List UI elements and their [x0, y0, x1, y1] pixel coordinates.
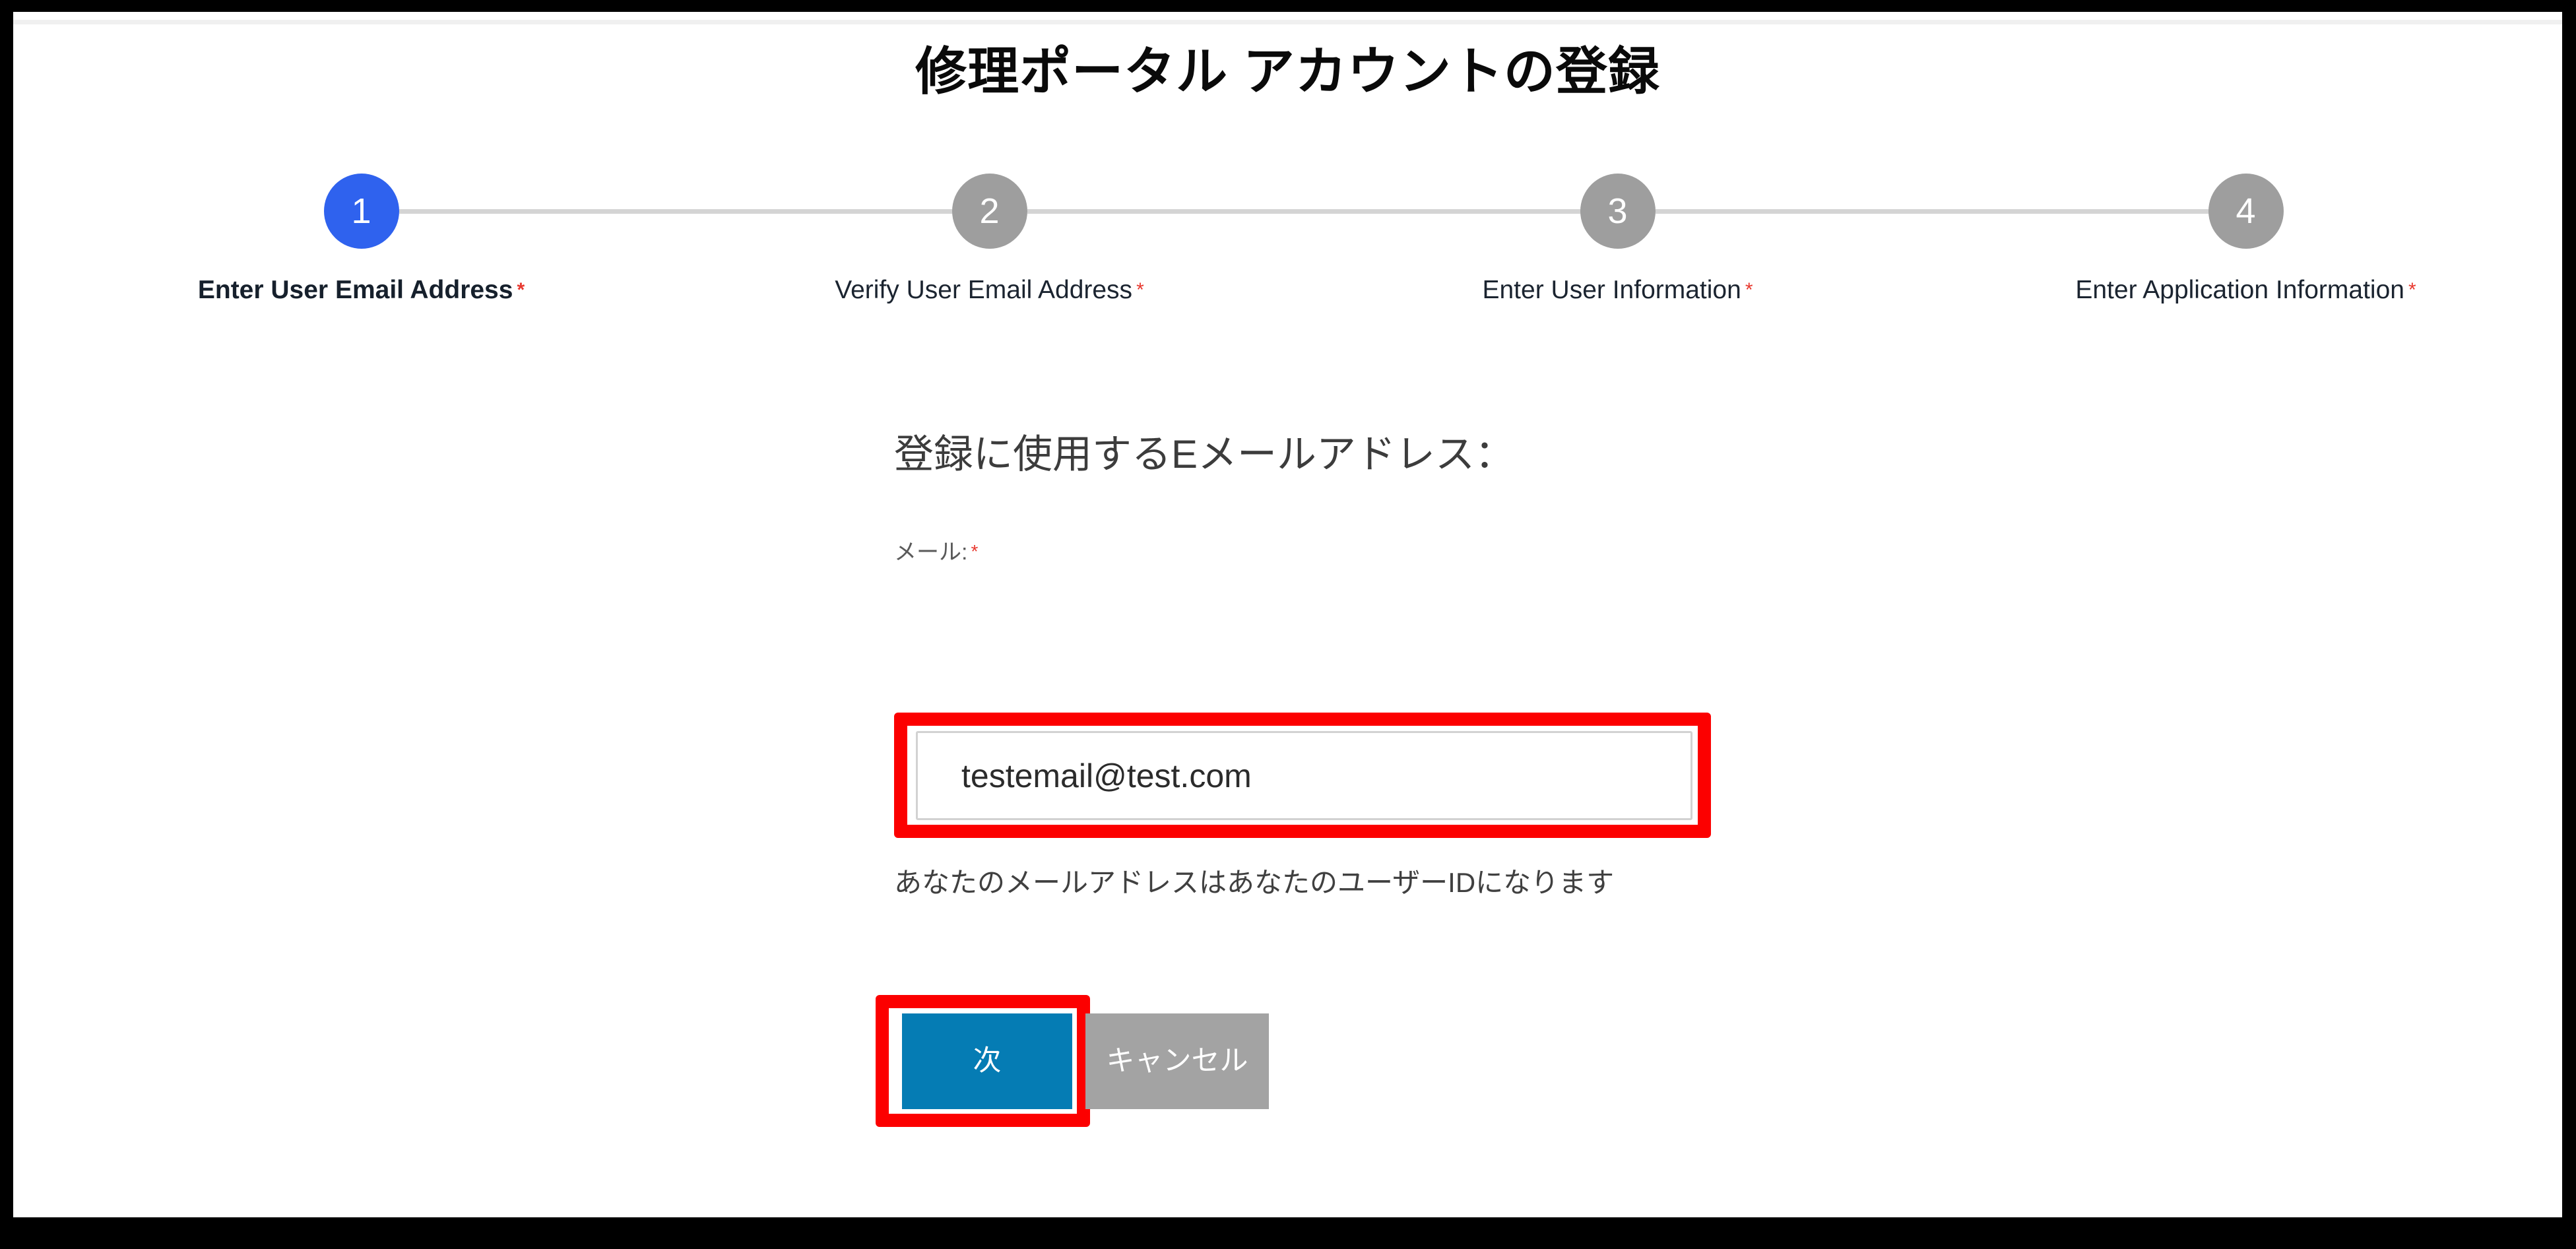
cancel-button[interactable]: キャンセル	[1085, 1013, 1269, 1109]
screenshot-frame: 修理ポータル アカウントの登録 1 Enter User Email Addre…	[0, 0, 2576, 1249]
step-4-number-badge[interactable]: 4	[2208, 174, 2284, 249]
step-3-label: Enter User Information	[1482, 276, 1741, 304]
stepper-step-1[interactable]: 1 Enter User Email Address *	[53, 174, 670, 319]
stepper-connector-1-2	[399, 209, 993, 214]
form-heading: 登録に使用するEメールアドレス：	[894, 432, 1515, 476]
step-2-required-asterisk: *	[1136, 279, 1144, 301]
email-required-asterisk: *	[971, 540, 979, 561]
email-hint-text: あなたのメールアドレスはあなたのユーザーIDになります	[894, 867, 1615, 898]
step-2-number-badge[interactable]: 2	[951, 174, 1027, 249]
step-1-number-badge[interactable]: 1	[323, 174, 399, 249]
email-input[interactable]	[916, 731, 1692, 820]
step-2-label: Verify User Email Address	[835, 276, 1133, 304]
email-entry-form: 登録に使用するEメールアドレス： メール:* あなたのメールアドレスはあなたのユ…	[876, 428, 1719, 1127]
step-2-label-wrap: Verify User Email Address *	[681, 276, 1298, 305]
email-field-label-wrap: メール: *	[894, 534, 1719, 566]
stepper-connector-3-4	[1656, 209, 2249, 214]
registration-stepper: 1 Enter User Email Address * 2 Verify Use…	[53, 174, 2521, 319]
step-4-label: Enter Application Information	[2075, 276, 2404, 304]
stepper-step-2[interactable]: 2 Verify User Email Address *	[681, 174, 1298, 319]
next-button[interactable]: 次	[902, 1013, 1072, 1109]
step-3-label-wrap: Enter User Information *	[1309, 276, 1926, 305]
stepper-step-3[interactable]: 3 Enter User Information *	[1309, 174, 1926, 319]
stepper-step-4[interactable]: 4 Enter Application Information *	[1937, 174, 2554, 319]
step-3-required-asterisk: *	[1745, 279, 1753, 301]
stepper-connector-2-3	[1027, 209, 1621, 214]
step-4-label-wrap: Enter Application Information *	[1937, 276, 2554, 305]
step-1-label-wrap: Enter User Email Address *	[53, 276, 670, 305]
page-title: 修理ポータル アカウントの登録	[915, 42, 1660, 100]
form-actions: 次 キャンセル	[876, 995, 1719, 1134]
step-4-required-asterisk: *	[2408, 279, 2416, 301]
registration-page: 修理ポータル アカウントの登録 1 Enter User Email Addre…	[13, 12, 2562, 1217]
email-field-label: メール:	[894, 539, 968, 565]
step-3-number-badge[interactable]: 3	[1580, 174, 1656, 249]
step-1-label: Enter User Email Address	[197, 276, 513, 304]
step-1-required-asterisk: *	[517, 279, 525, 301]
top-divider	[13, 20, 2562, 24]
